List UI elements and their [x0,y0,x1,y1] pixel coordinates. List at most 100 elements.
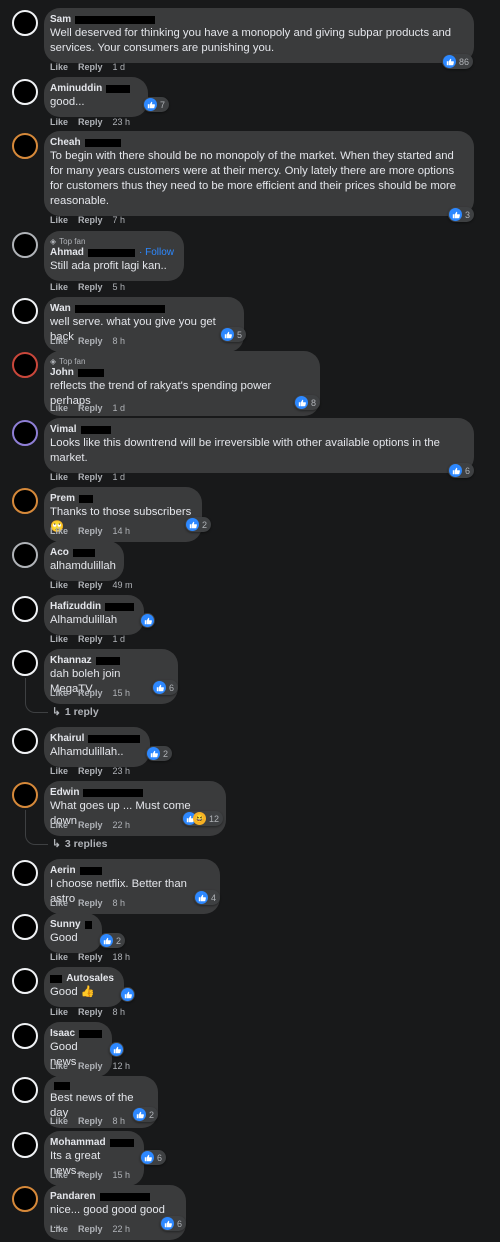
reply-button[interactable]: Reply [78,526,103,536]
avatar[interactable] [12,232,38,258]
reply-button[interactable]: Reply [78,282,103,292]
view-replies-link[interactable]: ↳ 3 replies [52,838,107,850]
timestamp[interactable]: 12 h [113,1061,131,1071]
commenter-name[interactable]: Autosales [66,973,114,984]
timestamp[interactable]: 22 h [113,820,131,830]
commenter-name[interactable]: Wan [50,303,71,314]
avatar[interactable] [12,650,38,676]
commenter-name[interactable]: John [50,367,74,378]
reply-button[interactable]: Reply [78,1061,103,1071]
timestamp[interactable]: 49 m [113,580,133,590]
reply-button[interactable]: Reply [78,952,103,962]
reaction-count[interactable]: 2 [185,517,212,532]
avatar[interactable] [12,596,38,622]
reaction-count[interactable] [140,613,155,628]
reply-button[interactable]: Reply [78,634,103,644]
avatar[interactable] [12,914,38,940]
view-replies-link[interactable]: ↳ 1 reply [52,706,99,718]
like-button[interactable]: Like [50,403,68,413]
timestamp[interactable]: 1 d [113,62,126,72]
timestamp[interactable]: 23 h [113,117,131,127]
reaction-count[interactable]: 4 [194,890,221,905]
reply-button[interactable]: Reply [78,62,103,72]
like-button[interactable]: Like [50,820,68,830]
reply-button[interactable]: Reply [78,1007,103,1017]
avatar[interactable] [12,1132,38,1158]
like-button[interactable]: Like [50,688,68,698]
timestamp[interactable]: 5 h [113,282,126,292]
avatar[interactable] [12,298,38,324]
timestamp[interactable]: 1 d [113,634,126,644]
reply-button[interactable]: Reply [78,403,103,413]
avatar[interactable] [12,728,38,754]
reply-button[interactable]: Reply [78,215,103,225]
timestamp[interactable]: 1 d [113,472,126,482]
reaction-count[interactable]: 6 [152,680,179,695]
reply-button[interactable]: Reply [78,820,103,830]
commenter-name[interactable]: Hafizuddin [50,601,101,612]
commenter-name[interactable]: Aco [50,547,69,558]
reaction-count[interactable]: 2 [146,746,173,761]
avatar[interactable] [12,488,38,514]
commenter-name[interactable]: Ahmad [50,247,84,258]
reply-button[interactable]: Reply [78,1116,103,1126]
commenter-name[interactable]: Aerin [50,865,76,876]
commenter-name[interactable]: Khairul [50,733,84,744]
reaction-count[interactable]: 6 [140,1150,167,1165]
timestamp[interactable]: 15 h [113,688,131,698]
reply-button[interactable]: Reply [78,688,103,698]
reply-button[interactable]: Reply [78,766,103,776]
reply-button[interactable]: Reply [78,472,103,482]
reaction-count[interactable]: 😆 12 [182,811,224,826]
reply-button[interactable]: Reply [78,1170,103,1180]
avatar[interactable] [12,420,38,446]
reaction-count[interactable]: 6 [160,1216,187,1231]
like-button[interactable]: Like [50,634,68,644]
follow-link[interactable]: · Follow [139,247,174,258]
like-button[interactable]: Like [50,62,68,72]
like-button[interactable]: Like [50,898,68,908]
like-button[interactable]: Like [50,1116,68,1126]
reply-button[interactable]: Reply [78,580,103,590]
timestamp[interactable]: 23 h [113,766,131,776]
like-button[interactable]: Like [50,215,68,225]
commenter-name[interactable]: Pandaren [50,1191,96,1202]
avatar[interactable] [12,782,38,808]
avatar[interactable] [12,860,38,886]
commenter-name[interactable]: Khannaz [50,655,92,666]
like-button[interactable]: Like [50,1224,68,1234]
commenter-name[interactable]: Vimal [50,424,77,435]
avatar[interactable] [12,968,38,994]
avatar[interactable] [12,1023,38,1049]
timestamp[interactable]: 8 h [113,898,126,908]
reaction-count[interactable]: 3 [448,207,475,222]
timestamp[interactable]: 7 h [113,215,126,225]
avatar[interactable] [12,352,38,378]
commenter-name[interactable]: Prem [50,493,75,504]
like-button[interactable]: Like [50,1170,68,1180]
like-button[interactable]: Like [50,1007,68,1017]
avatar[interactable] [12,10,38,36]
timestamp[interactable]: 8 h [113,336,126,346]
like-button[interactable]: Like [50,282,68,292]
commenter-name[interactable]: Aminuddin [50,83,102,94]
reply-button[interactable]: Reply [78,117,103,127]
commenter-name[interactable]: Isaac [50,1028,75,1039]
commenter-name[interactable]: Sam [50,14,71,25]
commenter-name[interactable]: Edwin [50,787,79,798]
timestamp[interactable]: 18 h [113,952,131,962]
timestamp[interactable]: 22 h [113,1224,131,1234]
timestamp[interactable]: 8 h [113,1116,126,1126]
like-button[interactable]: Like [50,336,68,346]
commenter-name[interactable]: Sunny [50,919,81,930]
timestamp[interactable]: 8 h [113,1007,126,1017]
like-button[interactable]: Like [50,526,68,536]
reaction-count[interactable]: 8 [294,395,321,410]
reaction-count[interactable]: 7 [143,97,170,112]
reaction-count[interactable]: 2 [99,933,126,948]
like-button[interactable]: Like [50,580,68,590]
timestamp[interactable]: 15 h [113,1170,131,1180]
avatar[interactable] [12,1077,38,1103]
reaction-count[interactable]: 2 [132,1107,159,1122]
like-button[interactable]: Like [50,1061,68,1071]
